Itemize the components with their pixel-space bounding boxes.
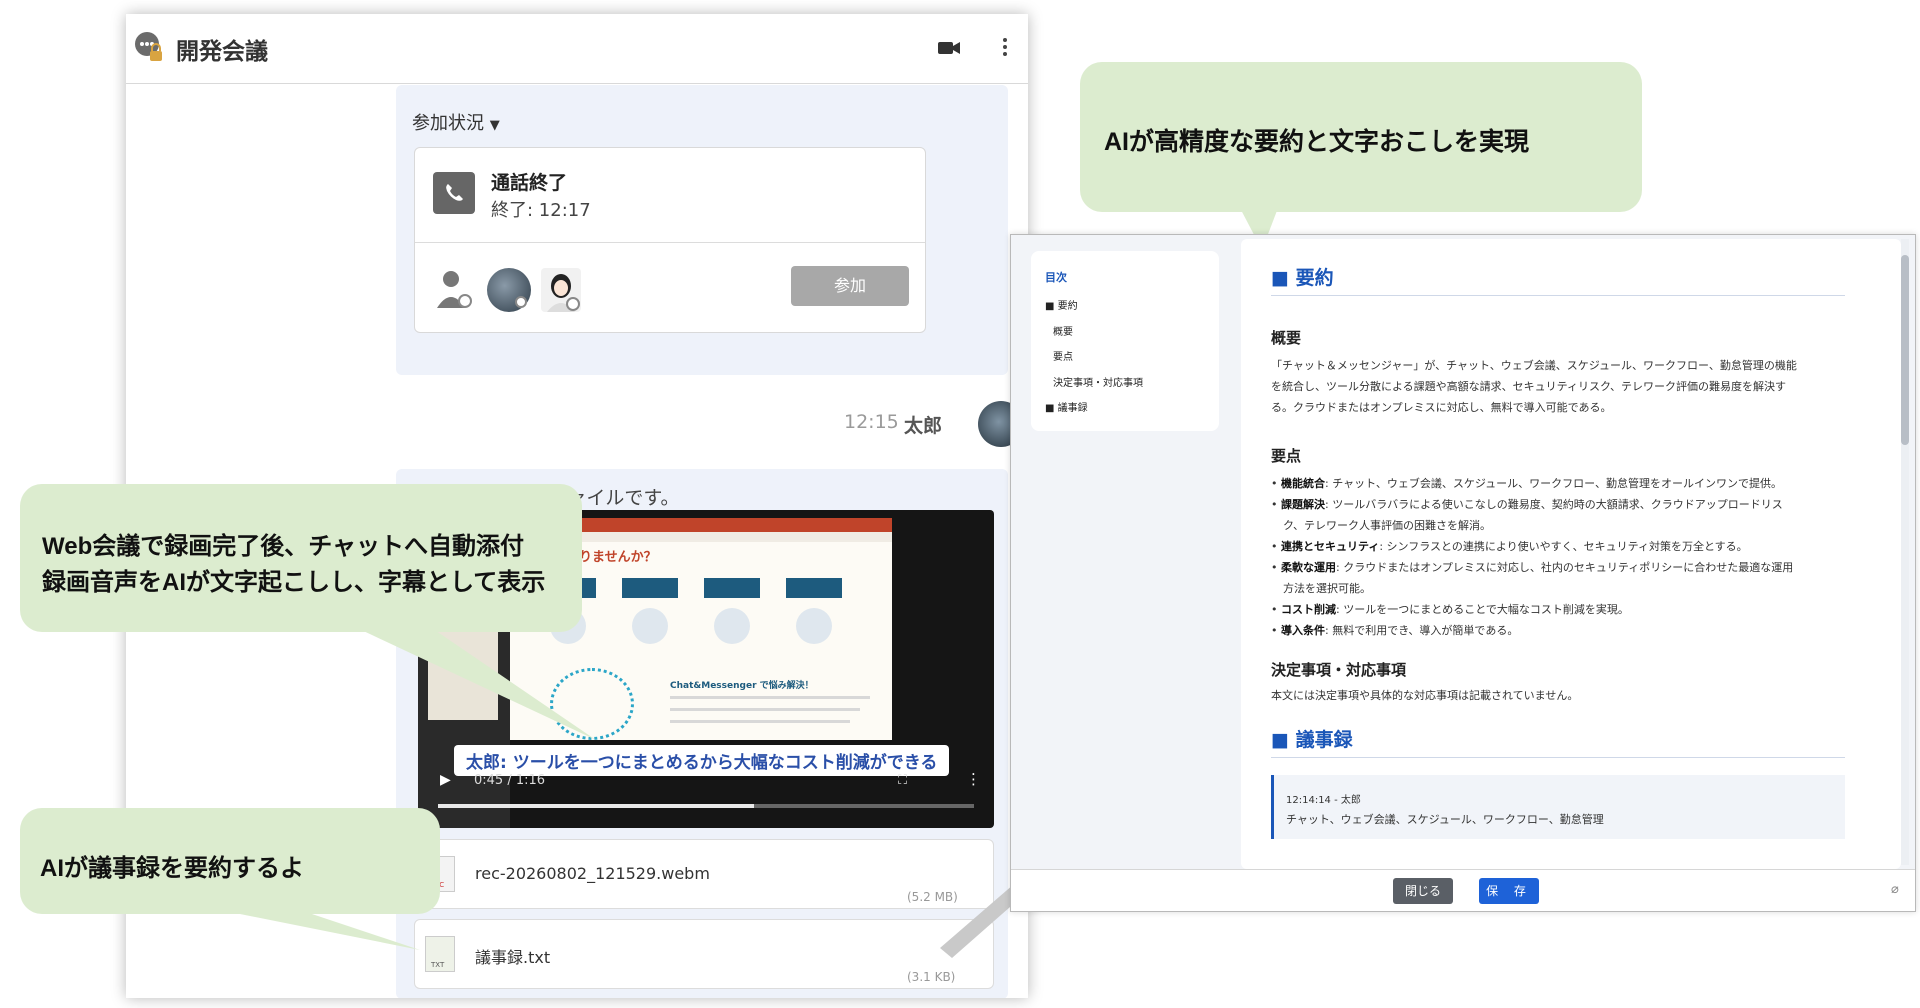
toc-item-points[interactable]: 要点 [1053,348,1073,363]
file-size: (3.1 KB) [907,970,956,984]
video-more-icon[interactable]: ⋮ [966,770,981,788]
avatar-illustrated-woman [541,268,581,312]
file-card-recording[interactable]: REC rec-20260802_121529.webm (5.2 MB) [414,839,994,909]
list-item: • コスト削減: ツールを一つにまとめることで大幅なコスト削減を実現。 [1271,603,1629,616]
minute-text: チャット、ウェブ会議、スケジュール、ワークフロー、勤怠管理 [1286,813,1604,826]
attachment-icon[interactable]: ⌀ [1891,882,1899,897]
callout-recording: Web会議で録画完了後、チャットへ自動添付 録画音声をAIが文字起こしし、字幕と… [20,484,582,632]
list-item: • 連携とセキュリティ: シンフラスとの連携により使いやすく、セキュリティ対策を… [1271,540,1748,553]
card-divider [415,242,925,243]
list-item-continued: ク、テレワーク人事評価の困難さを解消。 [1283,519,1492,532]
message-time: 12:15 [844,411,899,433]
list-item: • 機能統合: チャット、ウェブ会議、スケジュール、ワークフロー、勤怠管理をオー… [1271,477,1782,490]
call-status: 通話終了 [491,172,568,194]
decisions-heading: 決定事項・対応事項 [1271,661,1407,679]
section-minutes-title: ■ 議事録 [1271,729,1353,751]
section-summary-title: ■ 要約 [1271,267,1334,289]
overview-heading: 概要 [1271,329,1302,347]
list-item-continued: 方法を選択可能。 [1283,582,1371,595]
close-button[interactable]: 閉じる [1393,878,1453,904]
minute-entry: 12:14:14 - 太郎 チャット、ウェブ会議、スケジュール、ワークフロー、勤… [1271,775,1845,839]
slide-label: Chat&Messenger で悩み解決！ [670,681,814,691]
message-author: 太郎 [904,415,943,437]
play-icon[interactable]: ▶ [440,772,451,788]
file-name: rec-20260802_121529.webm [475,864,710,883]
avatar-photo-landscape [487,268,531,312]
more-menu-icon[interactable] [1002,36,1008,58]
toc-item-decisions[interactable]: 決定事項・対応事項 [1053,374,1143,389]
file-size: (5.2 MB) [907,890,958,904]
avatar-generic [437,268,473,310]
section-rule [1271,295,1845,296]
phone-icon [433,172,475,214]
file-card-minutes[interactable]: TXT 議事録.txt (3.1 KB) [414,919,994,989]
toc-title: 目次 [1045,271,1067,284]
list-item: • 課題解決: ツールバラバラによる使いこなしの難易度、契約時の大額請求、クラウ… [1271,498,1783,511]
summary-footer: 閉じる 保 存 ⌀ [1011,869,1915,911]
video-progress-fill [438,804,755,808]
toc-item-overview[interactable]: 概要 [1053,323,1073,338]
call-card: 通話終了 終了: 12:17 参加 [414,147,926,333]
chat-room-title: 開発会議 [176,39,268,65]
points-heading: 要点 [1271,447,1302,465]
caret-down-icon: ▼ [489,118,500,133]
call-end-time: 終了: 12:17 [491,200,591,221]
scrollbar[interactable] [1901,239,1909,865]
list-item: • 導入条件: 無料で利用でき、導入が簡単である。 [1271,624,1519,637]
toc-item-summary[interactable]: ■ 要約 [1045,297,1078,312]
minute-time: 12:14:14 - 太郎 [1286,795,1361,806]
join-call-button[interactable]: 参加 [791,266,909,306]
section-rule [1271,757,1845,758]
callout-minutes: AIが議事録を要約するよ [20,808,440,914]
video-subtitle: 太郎: ツールを一つにまとめるから大幅なコスト削減ができる [454,745,950,776]
save-button[interactable]: 保 存 [1479,878,1539,904]
points-list: • 機能統合: チャット、ウェブ会議、スケジュール、ワークフロー、勤怠管理をオー… [1271,473,1871,641]
overview-text: 「チャット＆メッセンジャー」が、チャット、ウェブ会議、スケジュール、ワークフロー… [1271,359,1797,414]
chat-app-logo-icon [135,32,162,61]
list-item: • 柔軟な運用: クラウドまたはオンプレミスに対応し、社内のセキュリティポリシー… [1271,561,1794,574]
summary-window: 目次 ■ 要約 概要 要点 決定事項・対応事項 ■ 議事録 ■ 要約 概要 「チ… [1010,234,1916,912]
video-call-icon[interactable] [938,40,960,56]
summary-content: ■ 要約 概要 「チャット＆メッセンジャー」が、チャット、ウェブ会議、スケジュー… [1241,239,1901,869]
file-name: 議事録.txt [475,948,551,967]
video-progress-track[interactable] [438,804,974,808]
chat-header: 開発会議 [126,14,1028,84]
decisions-text: 本文には決定事項や具体的な対応事項は記載されていません。 [1271,689,1579,702]
callout-ai-summary: AIが高精度な要約と文字おこしを実現 [1080,62,1642,212]
participation-toggle[interactable]: 参加状況 ▼ [412,109,500,135]
participation-label: 参加状況 [412,113,484,134]
video-time: 0:45 / 1:16 [474,773,546,788]
table-of-contents: 目次 ■ 要約 概要 要点 決定事項・対応事項 ■ 議事録 [1031,251,1219,431]
txt-file-icon: TXT [425,936,455,972]
fullscreen-icon[interactable]: ⛶ [898,773,907,788]
toc-item-minutes[interactable]: ■ 議事録 [1045,399,1088,414]
